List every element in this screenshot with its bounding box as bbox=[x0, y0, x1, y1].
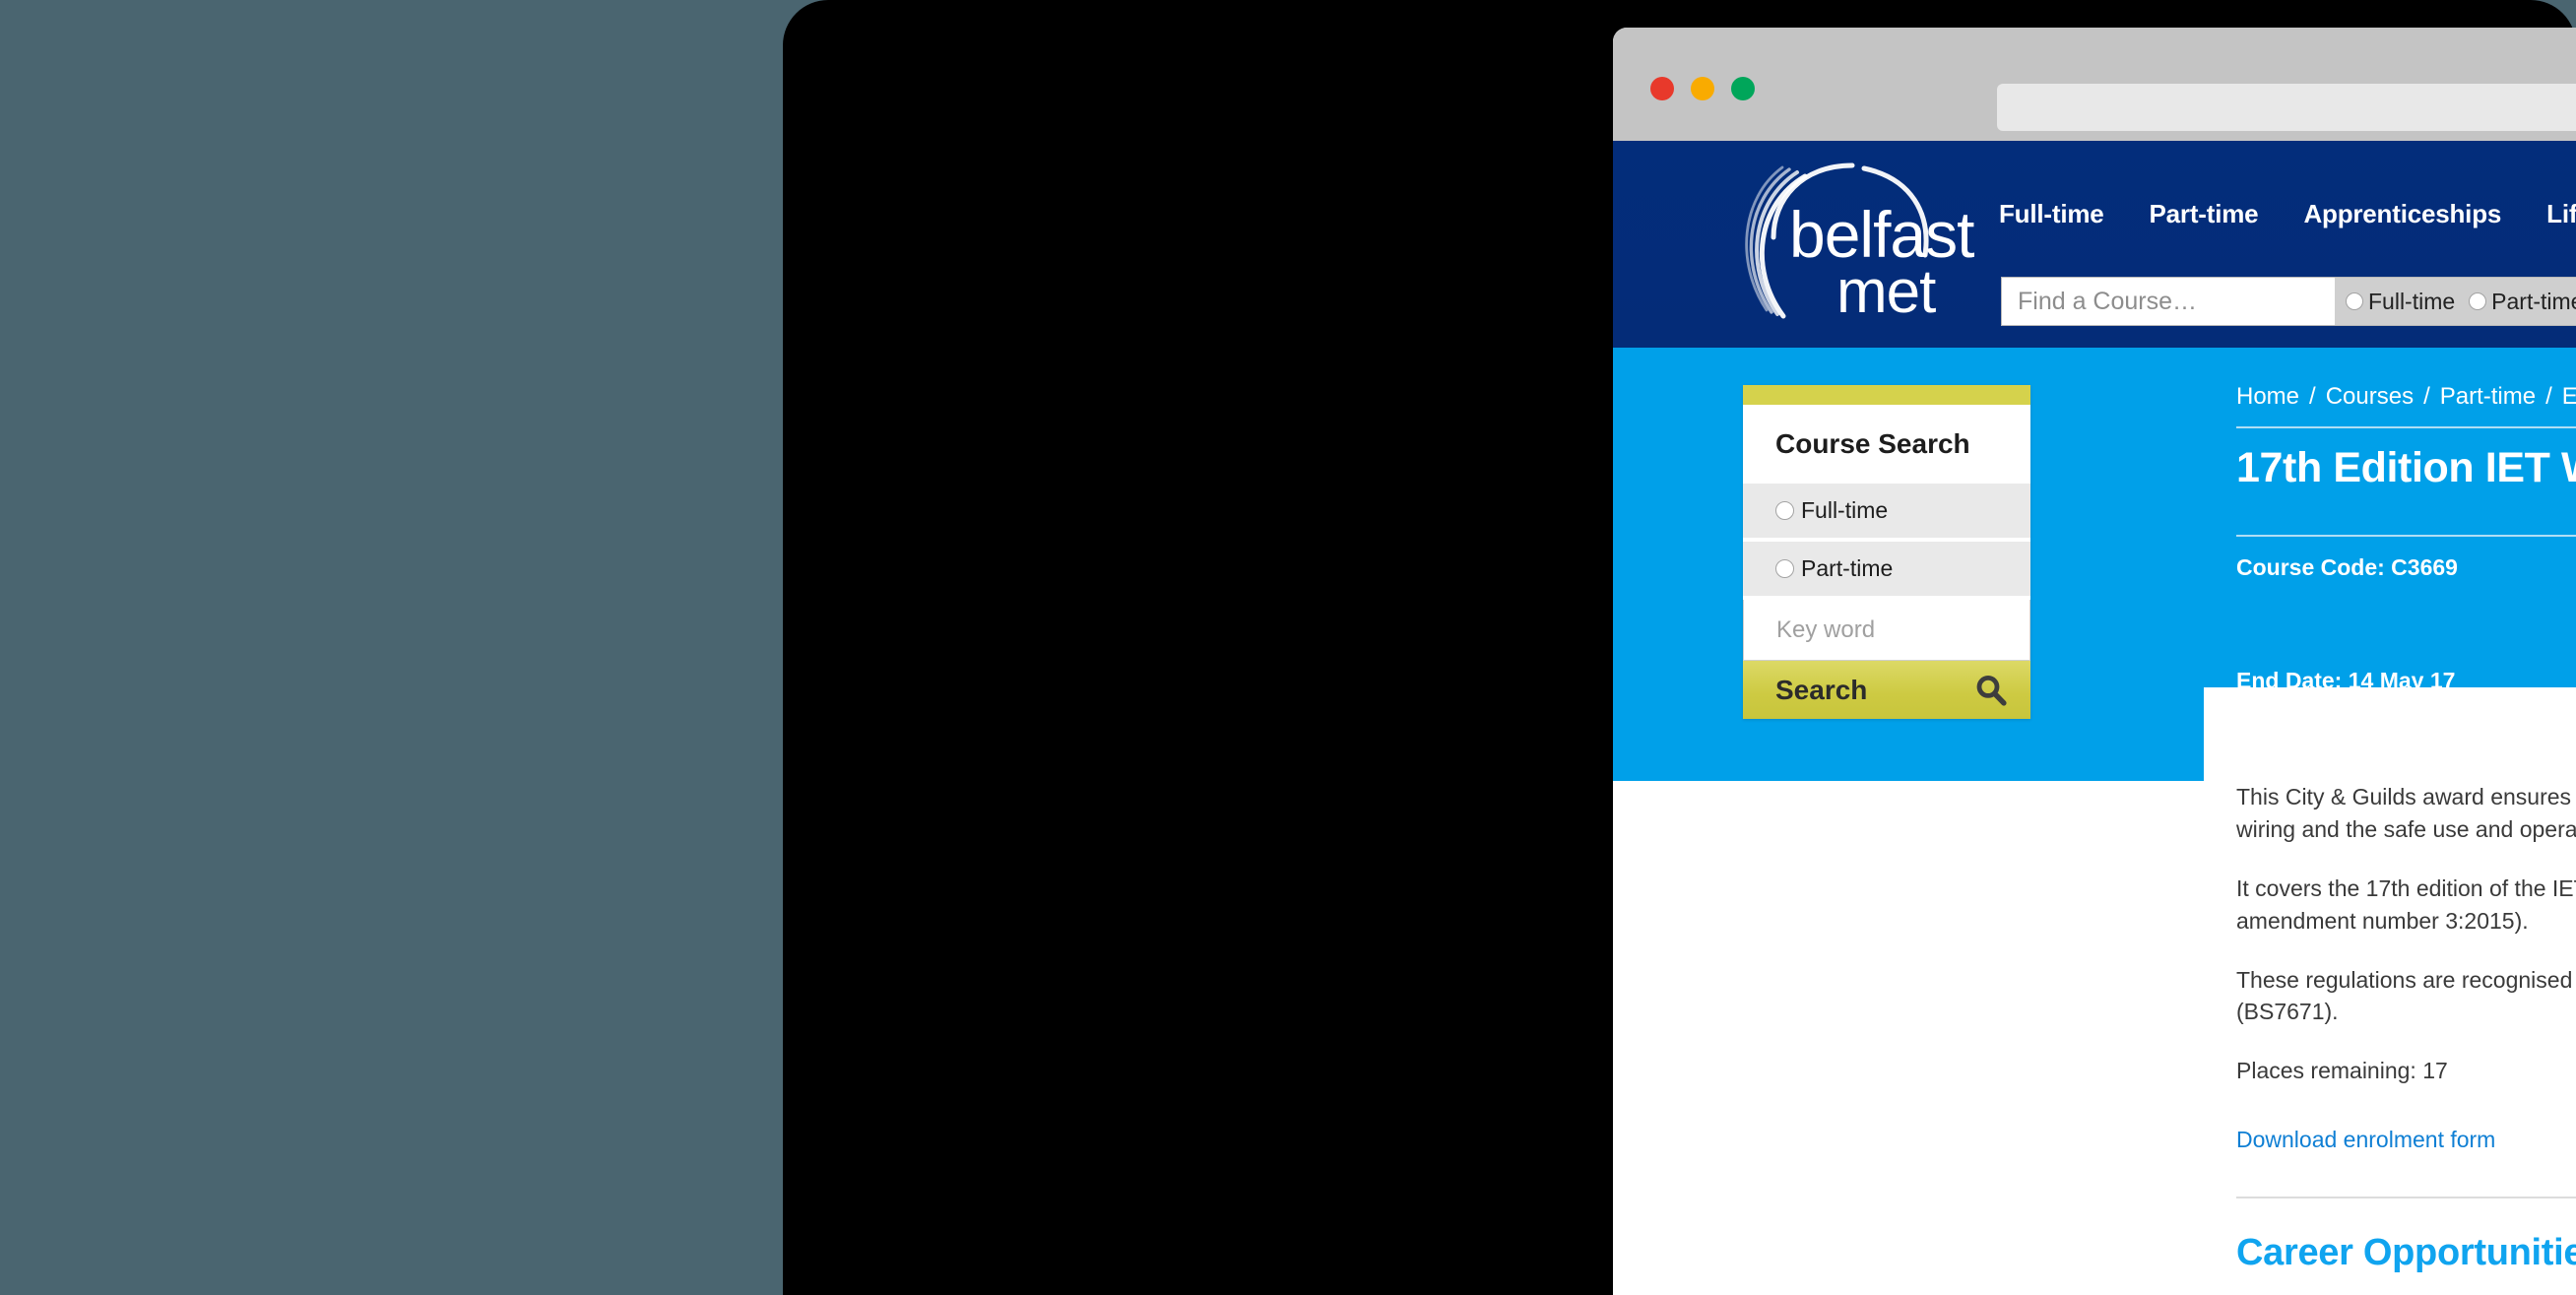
sidebar-search-label: Search bbox=[1775, 674, 1868, 705]
course-search-panel-title: Course Search bbox=[1743, 405, 2030, 484]
minimize-window-icon[interactable] bbox=[1691, 77, 1714, 100]
course-search-panel: Course Search Full-time Part-time Search bbox=[1743, 385, 2030, 719]
breadcrumb-item-department[interactable]: Electronics and Electrical Engineering bbox=[2562, 383, 2576, 411]
radio-dot-icon bbox=[2346, 292, 2363, 310]
close-window-icon[interactable] bbox=[1650, 77, 1674, 100]
header-mode-radio-group: Full-time Part-time bbox=[2335, 278, 2576, 325]
site-header: belfast met Full-time Part-time Apprenti… bbox=[1613, 141, 2576, 348]
sidebar-radio-full-time-label: Full-time bbox=[1801, 497, 1889, 523]
paragraph-coverage: It covers the 17th edition of the IET Wi… bbox=[2236, 874, 2576, 934]
url-address-bar[interactable] bbox=[1997, 84, 2576, 131]
meta-course-code: Course Code: C3669 bbox=[2236, 554, 2458, 580]
device-bezel: belfast met Full-time Part-time Apprenti… bbox=[783, 0, 2576, 1295]
header-course-search-form: Full-time Part-time Search bbox=[2001, 277, 2576, 326]
sidebar-radio-part-time-label: Part-time bbox=[1801, 555, 1894, 581]
content-divider bbox=[2236, 1197, 2576, 1199]
radio-dot-icon bbox=[1775, 559, 1794, 578]
paragraph-overview: This City & Guilds award ensures you are… bbox=[2236, 784, 2576, 842]
nav-item-apprenticeships[interactable]: Apprenticeships bbox=[2303, 199, 2501, 229]
browser-window: belfast met Full-time Part-time Apprenti… bbox=[1613, 28, 2576, 1295]
breadcrumb-item-courses[interactable]: Courses bbox=[2326, 383, 2414, 411]
hero-divider-bottom bbox=[2236, 535, 2576, 537]
radio-dot-icon bbox=[1775, 501, 1794, 520]
browser-chrome bbox=[1613, 28, 2576, 141]
hero-section: Home / Courses / Part-time / Electronics… bbox=[1613, 348, 2576, 781]
course-description: This City & Guilds award ensures you are… bbox=[2236, 781, 2576, 1274]
breadcrumb-item-home[interactable]: Home bbox=[2236, 383, 2299, 411]
breadcrumb-separator: / bbox=[2423, 383, 2430, 410]
nav-item-full-time[interactable]: Full-time bbox=[1999, 199, 2104, 229]
course-meta-grid: Course Code: C3669 Campus: Millfield Wee… bbox=[2236, 552, 2576, 726]
section-heading-career-opportunities: Career Opportunities / Progression bbox=[2236, 1232, 2576, 1274]
meta-end-date: End Date: 14 May 17 bbox=[2236, 668, 2456, 694]
maximize-window-icon[interactable] bbox=[1731, 77, 1755, 100]
traffic-lights bbox=[1650, 77, 1755, 100]
paragraph-places-remaining: Places remaining: 17 bbox=[2236, 1058, 2448, 1084]
header-radio-full-time[interactable]: Full-time bbox=[2346, 289, 2455, 315]
panel-accent-bar bbox=[1743, 385, 2030, 405]
paragraph-recognition: These regulations are recognised by the … bbox=[2236, 966, 2576, 1025]
magnifier-icon bbox=[1976, 675, 2007, 706]
main-navigation: Full-time Part-time Apprenticeships Life… bbox=[1999, 199, 2576, 229]
keyword-input[interactable] bbox=[1743, 600, 2030, 661]
breadcrumb: Home / Courses / Part-time / Electronics… bbox=[2236, 383, 2576, 411]
hero-divider-top bbox=[2236, 426, 2576, 428]
breadcrumb-separator: / bbox=[2309, 383, 2316, 410]
radio-dot-icon bbox=[2469, 292, 2487, 310]
sidebar-radio-part-time[interactable]: Part-time bbox=[1743, 542, 2030, 600]
header-radio-part-time[interactable]: Part-time bbox=[2469, 289, 2576, 315]
nav-item-life-at-the-met[interactable]: Life at the Met bbox=[2546, 199, 2576, 229]
nav-item-part-time[interactable]: Part-time bbox=[2150, 199, 2259, 229]
belfast-met-logo[interactable]: belfast met bbox=[1728, 153, 1975, 332]
header-radio-full-time-label: Full-time bbox=[2368, 288, 2456, 314]
header-radio-part-time-label: Part-time bbox=[2491, 288, 2576, 314]
breadcrumb-separator: / bbox=[2545, 383, 2552, 410]
download-enrolment-form-link[interactable]: Download enrolment form bbox=[2236, 1127, 2495, 1153]
sidebar-search-button[interactable]: Search bbox=[1743, 661, 2030, 719]
find-a-course-input[interactable] bbox=[2002, 278, 2335, 325]
page-title: 17th Edition IET Wiring Regulations bbox=[2236, 444, 2576, 491]
svg-text:met: met bbox=[1836, 258, 1936, 326]
breadcrumb-item-part-time[interactable]: Part-time bbox=[2440, 383, 2536, 411]
sidebar-radio-full-time[interactable]: Full-time bbox=[1743, 484, 2030, 542]
